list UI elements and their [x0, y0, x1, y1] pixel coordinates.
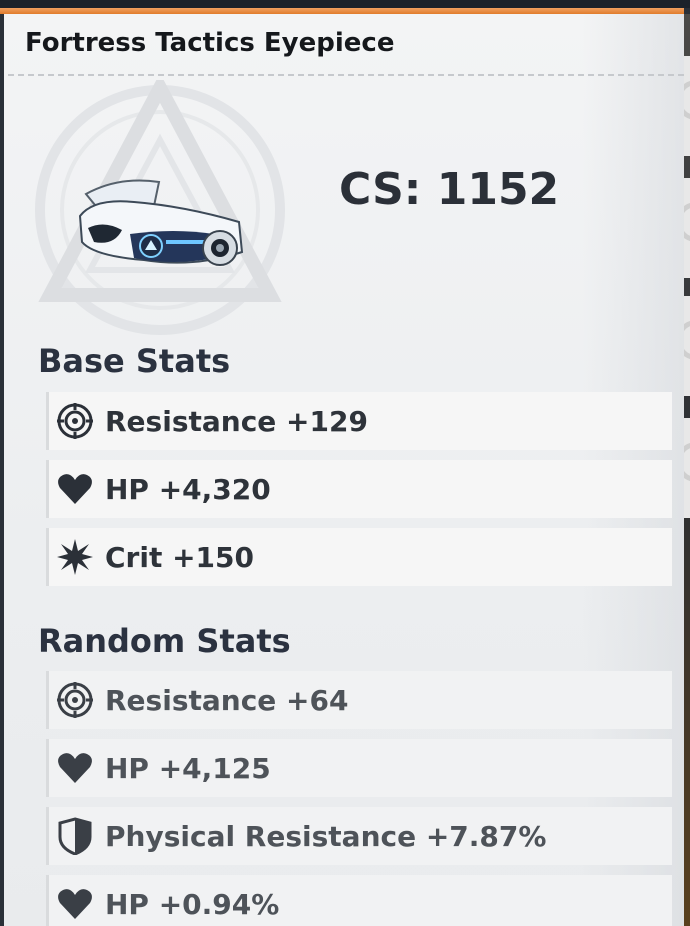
stat-row-resistance: Resistance +129: [46, 392, 672, 450]
resistance-icon: [55, 401, 95, 441]
stat-text: Resistance +64: [105, 683, 349, 717]
stat-text: HP +4,320: [105, 472, 271, 506]
hp-heart-icon: [55, 469, 95, 509]
top-bar: [0, 0, 690, 8]
stat-text: Resistance +129: [105, 404, 368, 438]
stat-text: Crit +150: [105, 540, 254, 574]
stat-row-hp: HP +4,320: [46, 460, 672, 518]
eyepiece-item-image: [78, 179, 244, 266]
hp-heart-icon: [55, 748, 95, 788]
stat-row-hp-percent: HP +0.94%: [46, 875, 672, 926]
stat-row-hp: HP +4,125: [46, 739, 672, 797]
stat-row-resistance: Resistance +64: [46, 671, 672, 729]
base-stats-heading: Base Stats: [38, 342, 231, 380]
crit-burst-icon: [55, 537, 95, 577]
physical-resistance-shield-icon: [55, 816, 95, 856]
stat-row-crit: Crit +150: [46, 528, 672, 586]
resistance-icon: [55, 680, 95, 720]
title-divider: [8, 74, 684, 76]
stat-text: HP +0.94%: [105, 887, 280, 921]
hp-heart-icon: [55, 884, 95, 924]
stat-text: Physical Resistance +7.87%: [105, 819, 547, 853]
stat-row-physical-resistance: Physical Resistance +7.87%: [46, 807, 672, 865]
item-name: Fortress Tactics Eyepiece: [25, 28, 395, 58]
stat-text: HP +4,125: [105, 751, 271, 785]
random-stats-heading: Random Stats: [38, 622, 291, 660]
combat-score: CS: 1152: [339, 164, 560, 215]
item-detail-panel: Fortress Tactics Eyepiece CS: 1152 Base …: [4, 14, 684, 926]
